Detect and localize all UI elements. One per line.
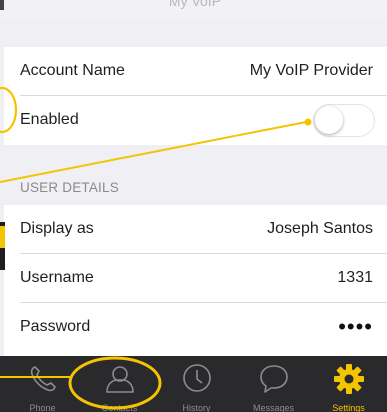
tab-bar: Phone Contacts History Messages Settings [0, 356, 387, 412]
settings-screen: My VoIP Account Name My VoIP Provider En… [0, 0, 387, 412]
account-name-label: Account Name [20, 62, 125, 79]
toggle-knob[interactable] [315, 106, 343, 134]
display-as-label: Display as [20, 220, 94, 237]
password-row[interactable]: Password •••• [4, 303, 387, 356]
tab-label: History [182, 403, 211, 412]
enabled-toggle[interactable] [313, 104, 375, 137]
contacts-icon [105, 366, 134, 393]
username-row[interactable]: Username 1331 [4, 254, 387, 303]
account-name-row[interactable]: Account Name My VoIP Provider [4, 47, 387, 96]
section-header-user-details: USER DETAILS [20, 180, 119, 195]
phone-icon [30, 366, 56, 392]
enabled-row: Enabled [4, 96, 387, 145]
display-as-row[interactable]: Display as Joseph Santos [4, 205, 387, 254]
tab-label: Messages [252, 403, 295, 412]
enabled-label: Enabled [20, 111, 79, 128]
display-as-value: Joseph Santos [267, 220, 373, 237]
nav-title: My VoIP [168, 0, 222, 9]
account-name-value: My VoIP Provider [249, 62, 373, 79]
password-label: Password [20, 318, 91, 335]
username-label: Username [20, 269, 94, 286]
password-value: •••• [338, 314, 373, 339]
navigation-bar: My VoIP [0, 0, 387, 18]
tab-settings[interactable]: Settings [310, 356, 387, 412]
back-fragment[interactable] [0, 0, 4, 10]
tab-contacts[interactable]: Contacts [81, 356, 158, 412]
gear-icon [333, 364, 364, 394]
tab-messages[interactable]: Messages [235, 356, 312, 412]
username-value: 1331 [337, 269, 373, 286]
tab-label: Contacts [101, 403, 138, 412]
tab-history[interactable]: History [158, 356, 235, 412]
message-icon [259, 365, 288, 393]
tab-label: Settings [332, 403, 365, 412]
tab-label: Phone [29, 403, 56, 412]
gear-icon-fragment [0, 226, 5, 248]
clock-icon [182, 364, 211, 392]
tab-phone[interactable]: Phone [4, 356, 81, 412]
